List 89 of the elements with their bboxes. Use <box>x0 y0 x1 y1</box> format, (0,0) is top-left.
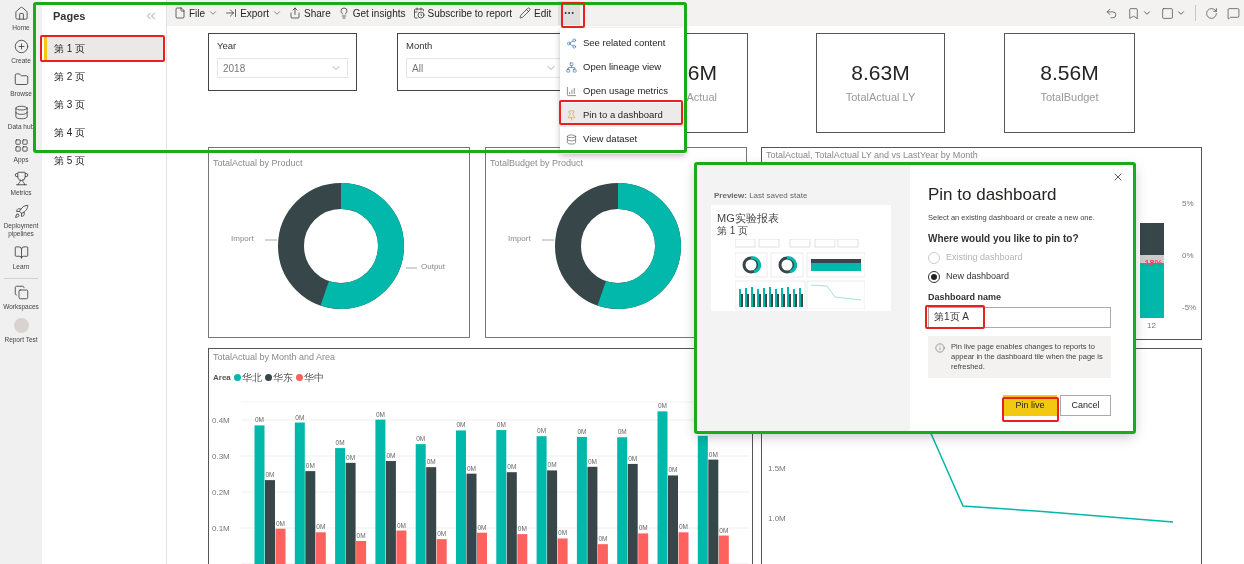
view-icon[interactable] <box>1161 6 1174 20</box>
database-icon <box>566 133 577 145</box>
book-icon <box>13 245 29 260</box>
field-label: Dashboard name <box>928 291 1003 305</box>
chart-title: TotalActual, TotalActual LY and vs LastYear by Month <box>766 149 978 162</box>
menu-item[interactable]: View dataset <box>560 127 685 151</box>
cancel-button[interactable]: Cancel <box>1060 394 1111 416</box>
database-icon <box>13 105 29 120</box>
toolbar-button[interactable]: Get insights <box>335 2 408 24</box>
pencil-icon <box>519 7 532 19</box>
export-icon <box>225 7 238 19</box>
toolbar-button[interactable]: Subscribe to report <box>410 2 515 24</box>
axis-tick-label: 5% <box>1182 198 1194 210</box>
close-icon <box>1112 171 1124 183</box>
legend-label: 华东 <box>272 371 293 385</box>
bookmark-icon[interactable] <box>1127 6 1140 20</box>
undo-icon[interactable] <box>1105 6 1118 20</box>
chevron-icon <box>208 8 219 18</box>
chevron-icon[interactable] <box>1176 8 1186 18</box>
plus-circle-icon <box>13 39 29 54</box>
slice-label: Output <box>421 261 445 273</box>
axis-tick-label: 12 <box>1147 320 1156 332</box>
legend-label: 华中 <box>303 371 324 385</box>
slice-label: Import <box>231 233 254 245</box>
stacked-windows-icon <box>13 285 29 300</box>
collapse-icon[interactable] <box>144 9 158 23</box>
slice-label: Import <box>508 233 531 245</box>
dashboard-name-field[interactable]: 第1页 A <box>928 306 1111 328</box>
info-icon <box>935 342 945 353</box>
bar-chart-icon <box>566 85 577 97</box>
axis-tick-label: 0.4M <box>212 416 230 425</box>
kpi-label: Actual <box>686 90 717 106</box>
preview-caption: Preview: Last saved state <box>714 190 808 202</box>
axis-tick-label: 0.2M <box>212 488 230 497</box>
rocket-icon <box>13 204 29 219</box>
refresh-icon[interactable] <box>1205 6 1218 20</box>
radio-label: Existing dashboard <box>946 251 1023 265</box>
network-icon <box>566 61 577 73</box>
pane-title: Pages <box>53 8 86 24</box>
chart-title: TotalActual by Month and Area <box>213 351 336 364</box>
chevron-icon <box>272 8 283 18</box>
comment-icon[interactable] <box>1227 6 1240 20</box>
preview-page-label: 第 1 页 <box>717 225 749 236</box>
menu-item[interactable]: Open lineage view <box>560 55 685 79</box>
chart-title: TotalActual by Product <box>213 157 303 170</box>
page-tab[interactable]: 第 3 页 <box>44 92 164 117</box>
axis-tick-label: 0.1M <box>212 524 230 533</box>
kpi-value: 8.56M <box>1040 60 1099 87</box>
kpi-value: 8.63M <box>851 60 910 87</box>
page-tab[interactable]: 第 4 页 <box>44 120 164 145</box>
axis-tick-label: 1.0M <box>768 513 786 525</box>
calendar-icon <box>412 7 425 19</box>
grid-icon <box>13 138 29 153</box>
menu-item[interactable]: See related content <box>560 31 685 55</box>
slicer-title: Year <box>217 39 238 53</box>
share-icon <box>289 7 302 19</box>
avatar-icon <box>13 318 29 333</box>
toolbar-button[interactable]: Edit <box>517 2 554 24</box>
axis-tick-label: -5% <box>1182 302 1197 314</box>
page-tab[interactable]: 第 5 页 <box>44 148 164 173</box>
chevron-icon[interactable] <box>1142 8 1152 18</box>
slicer-dropdown[interactable]: All <box>406 58 563 79</box>
axis-tick-label: 0.3M <box>212 452 230 461</box>
legend-title: Area <box>213 371 231 384</box>
kpi-label: TotalActual LY <box>845 90 916 106</box>
toolbar-button[interactable]: File <box>172 2 221 24</box>
axis-tick-label: 1.5M <box>768 463 786 475</box>
lightbulb-icon <box>337 7 350 19</box>
chart-title: TotalBudget by Product <box>490 157 584 170</box>
toolbar-button[interactable]: Share <box>287 2 333 24</box>
page-tab[interactable]: 第 2 页 <box>44 64 164 89</box>
kpi-value: 6M <box>687 60 717 87</box>
file-icon <box>174 7 186 19</box>
trophy-icon <box>13 171 29 186</box>
axis-tick-label: 0% <box>1182 250 1194 262</box>
slicer-title: Month <box>406 39 434 53</box>
share-nodes-icon <box>566 37 577 49</box>
home-icon <box>13 6 29 21</box>
question-label: Where would you like to pin to? <box>928 232 1080 247</box>
radio-label: New dashboard <box>946 269 1010 283</box>
toolbar-button[interactable]: Export <box>223 2 285 24</box>
slicer-dropdown[interactable]: 2018 <box>217 58 348 79</box>
legend-label: 华北 <box>241 371 262 385</box>
dialog-title: Pin to dashboard <box>928 184 1058 206</box>
pin-icon <box>566 109 577 121</box>
preview-report-title: MG实验报表 <box>717 212 779 224</box>
kpi-label: TotalBudget <box>1040 90 1099 106</box>
folder-icon <box>13 72 29 87</box>
menu-item[interactable]: Open usage metrics <box>560 79 685 103</box>
